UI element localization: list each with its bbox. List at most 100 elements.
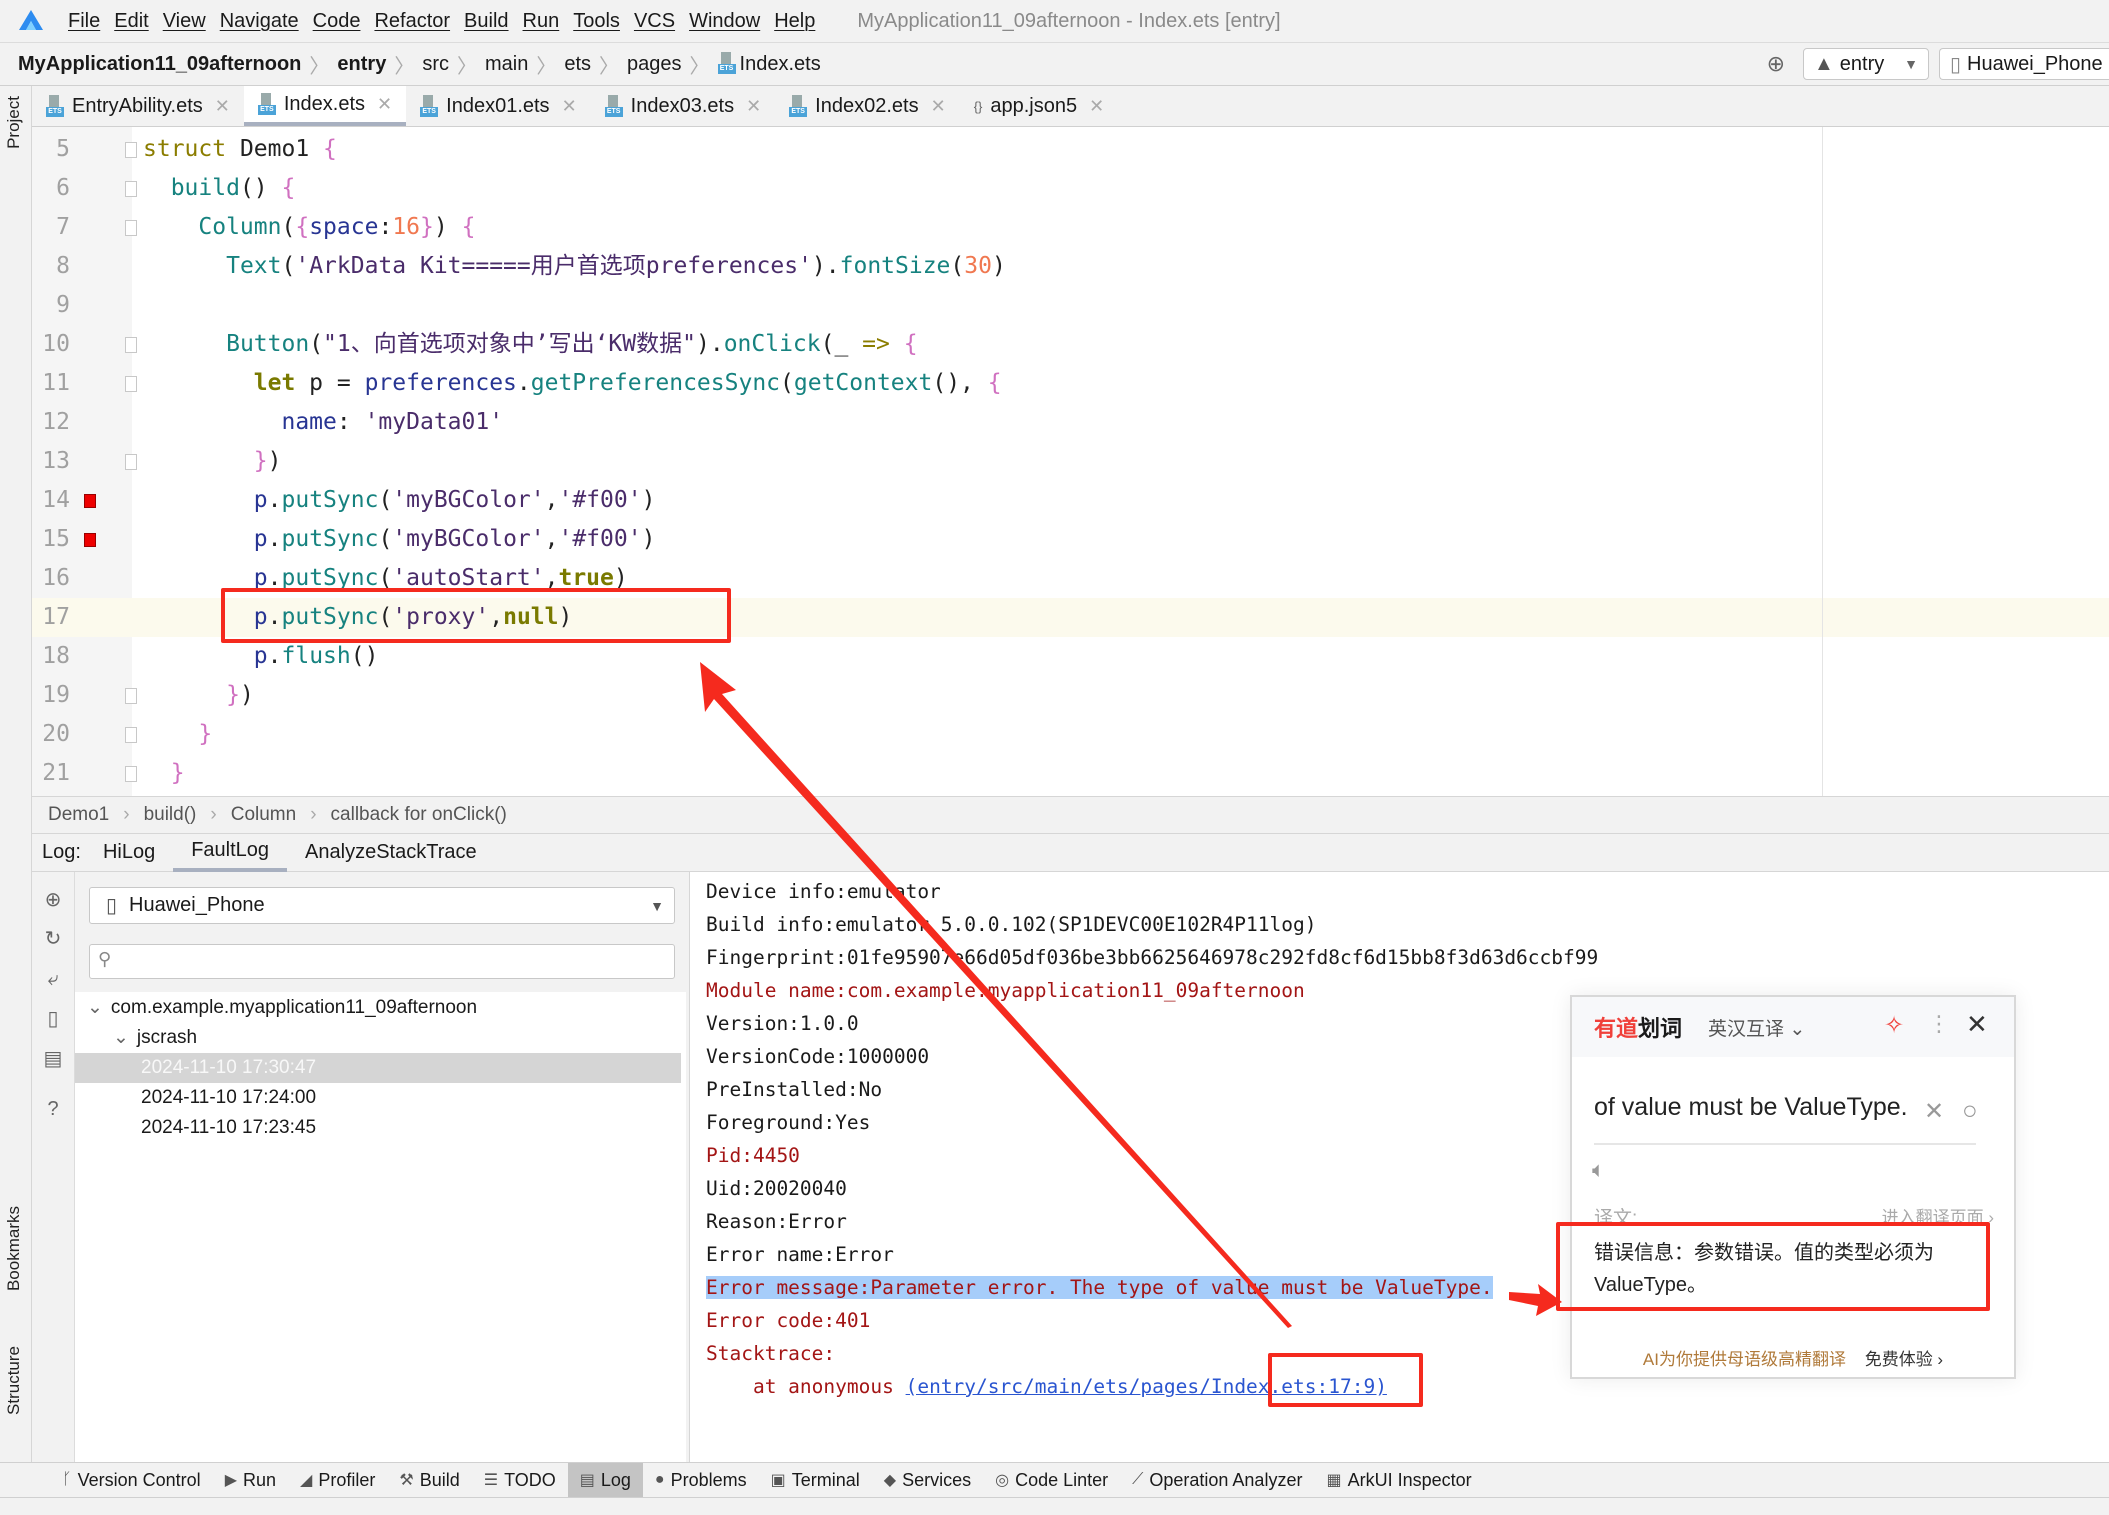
editor-breadcrumb-item[interactable]: Column — [231, 804, 296, 826]
tool-run[interactable]: ▶ Run — [213, 1463, 288, 1498]
refresh-icon[interactable]: ↻ — [42, 928, 64, 950]
code-line[interactable]: 10 Button("1、向首选项对象中’写出‘KW数据").onClick(_… — [32, 325, 2109, 364]
breakpoint-icon[interactable] — [84, 533, 96, 547]
menu-item-edit[interactable]: Edit — [114, 10, 148, 33]
structure-tool-button[interactable]: Structure — [4, 1346, 24, 1415]
device-dropdown[interactable]: ▯ Huawei_Phone ▼ — [89, 887, 675, 924]
query-text[interactable]: of value must be ValueType. — [1594, 1093, 1908, 1122]
tree-node-package[interactable]: ⌄ com.example.myapplication11_09afternoon — [87, 993, 477, 1023]
editor-breadcrumb-item[interactable]: build() — [144, 804, 197, 826]
tab-index03-ets[interactable]: Index03.ets ✕ — [591, 86, 776, 126]
device-select[interactable]: ▯ Huawei_Phone — [1939, 48, 2109, 80]
fold-icon[interactable] — [125, 337, 137, 353]
menu-item-build[interactable]: Build — [464, 10, 508, 33]
fold-icon[interactable] — [125, 688, 137, 704]
device-icon[interactable]: ▯ — [42, 1008, 64, 1030]
tab-index02-ets[interactable]: Index02.ets ✕ — [775, 86, 960, 126]
search-icon[interactable]: ○ — [1962, 1095, 1978, 1126]
tool-profiler[interactable]: ◢ Profiler — [288, 1463, 387, 1498]
tool-terminal[interactable]: ▣ Terminal — [759, 1463, 872, 1498]
breakpoint-icon[interactable] — [84, 494, 96, 508]
module-select[interactable]: ▲ entry ▼ — [1803, 48, 1929, 80]
breadcrumb-item[interactable]: src — [422, 53, 449, 76]
close-tab-icon[interactable]: ✕ — [377, 94, 392, 115]
tab-app-json5[interactable]: {} app.json5 ✕ — [960, 86, 1119, 126]
fold-icon[interactable] — [125, 181, 137, 197]
code-line[interactable]: 9 — [32, 286, 2109, 325]
log-tab-analyzestacktrace[interactable]: AnalyzeStackTrace — [287, 834, 495, 872]
menu-item-vcs[interactable]: VCS — [634, 10, 675, 33]
tab-entryability-ets[interactable]: EntryAbility.ets ✕ — [32, 86, 244, 126]
crosshair-icon[interactable]: ⊕ — [42, 889, 64, 911]
code-line[interactable]: 19 }) — [32, 676, 2109, 715]
tree-node-jscrash[interactable]: ⌄ jscrash — [113, 1023, 197, 1053]
fault-log-entry[interactable]: 2024-11-10 17:30:47 — [75, 1053, 681, 1083]
menu-item-file[interactable]: File — [68, 10, 100, 33]
fold-icon[interactable] — [125, 454, 137, 470]
breadcrumb-item[interactable]: entry — [337, 53, 386, 76]
menu-item-help[interactable]: Help — [774, 10, 815, 33]
tool-log[interactable]: ▤ Log — [567, 1462, 643, 1498]
code-line[interactable]: 21 } — [32, 754, 2109, 793]
tool-code-linter[interactable]: ◎ Code Linter — [983, 1463, 1120, 1498]
fault-log-entry[interactable]: 2024-11-10 17:23:45 — [75, 1113, 681, 1143]
menu-item-tools[interactable]: Tools — [573, 10, 620, 33]
code-line[interactable]: 12 name: 'myData01' — [32, 403, 2109, 442]
menu-item-code[interactable]: Code — [313, 10, 361, 33]
menu-item-run[interactable]: Run — [523, 10, 560, 33]
tab-index-ets[interactable]: Index.ets ✕ — [243, 86, 407, 126]
close-icon[interactable]: ✕ — [1966, 1009, 1988, 1040]
project-tool-button[interactable]: Project — [4, 96, 24, 149]
tool-services[interactable]: ◆ Services — [872, 1463, 983, 1498]
speaker-icon[interactable]: 🔈︎ — [1592, 1157, 1605, 1183]
close-tab-icon[interactable]: ✕ — [746, 96, 761, 117]
locate-icon[interactable]: ⊕ — [1767, 51, 1785, 77]
close-tab-icon[interactable]: ✕ — [562, 96, 577, 117]
code-line[interactable]: 13 }) — [32, 442, 2109, 481]
log-tab-faultlog[interactable]: FaultLog — [173, 834, 288, 872]
code-line[interactable]: 20 } — [32, 715, 2109, 754]
tab-index01-ets[interactable]: Index01.ets ✕ — [406, 86, 591, 126]
fold-icon[interactable] — [125, 142, 137, 158]
breadcrumb-item[interactable]: ets — [564, 53, 591, 76]
tool-version-control[interactable]: ᚴ Version Control — [50, 1463, 213, 1498]
more-icon[interactable]: ⋮ — [1928, 1011, 1950, 1037]
tool-arkui-inspector[interactable]: ▦ ArkUI Inspector — [1314, 1463, 1483, 1498]
code-line[interactable]: 15 p.putSync('myBGColor','#f00') — [32, 520, 2109, 559]
menu-item-navigate[interactable]: Navigate — [220, 10, 299, 33]
breadcrumb-item[interactable]: main — [485, 53, 528, 76]
tool-build[interactable]: ⚒ Build — [387, 1463, 471, 1498]
code-line[interactable]: 8 Text('ArkData Kit=====用户首选项preferences… — [32, 247, 2109, 286]
clear-icon[interactable]: ✕ — [1924, 1097, 1944, 1126]
close-tab-icon[interactable]: ✕ — [1089, 96, 1104, 117]
pin-icon[interactable]: ✧ — [1884, 1011, 1904, 1040]
fold-icon[interactable] — [125, 220, 137, 236]
fold-icon[interactable] — [125, 766, 137, 782]
wrap-icon[interactable]: ⤶ — [42, 968, 64, 990]
log-search-input[interactable]: ⚲ — [89, 944, 675, 979]
code-line[interactable]: 5 struct Demo1 { — [32, 130, 2109, 169]
editor-breadcrumb-item[interactable]: callback for onClick() — [331, 804, 507, 826]
breadcrumb-item[interactable]: pages — [627, 53, 682, 76]
breadcrumb-item[interactable]: Index.ets — [717, 52, 821, 76]
try-free-link[interactable]: 免费体验 › — [1865, 1350, 1943, 1369]
save-icon[interactable]: ▤ — [42, 1048, 64, 1070]
code-line[interactable]: 6 build() { — [32, 169, 2109, 208]
log-tab-hilog[interactable]: HiLog — [85, 834, 173, 872]
menu-item-window[interactable]: Window — [689, 10, 760, 33]
close-tab-icon[interactable]: ✕ — [215, 96, 230, 117]
code-line[interactable]: 14 p.putSync('myBGColor','#f00') — [32, 481, 2109, 520]
code-line[interactable]: 7 Column({space:16}) { — [32, 208, 2109, 247]
tool-problems[interactable]: ● Problems — [643, 1463, 759, 1498]
tool-todo[interactable]: ☰ TODO — [472, 1463, 568, 1498]
menu-item-view[interactable]: View — [163, 10, 206, 33]
translate-mode-select[interactable]: 英汉互译 ⌄ — [1708, 1014, 1805, 1041]
code-line[interactable]: 11 let p = preferences.getPreferencesSyn… — [32, 364, 2109, 403]
help-icon[interactable]: ? — [42, 1098, 64, 1120]
close-tab-icon[interactable]: ✕ — [931, 96, 946, 117]
breadcrumb-item[interactable]: MyApplication11_09afternoon — [18, 53, 301, 76]
code-editor[interactable]: 5 struct Demo1 {6 build() {7 Column({spac… — [32, 127, 2109, 796]
fault-log-entry[interactable]: 2024-11-10 17:24:00 — [75, 1083, 681, 1113]
fold-icon[interactable] — [125, 727, 137, 743]
tool-operation-analyzer[interactable]: ⟋ Operation Analyzer — [1120, 1463, 1314, 1498]
